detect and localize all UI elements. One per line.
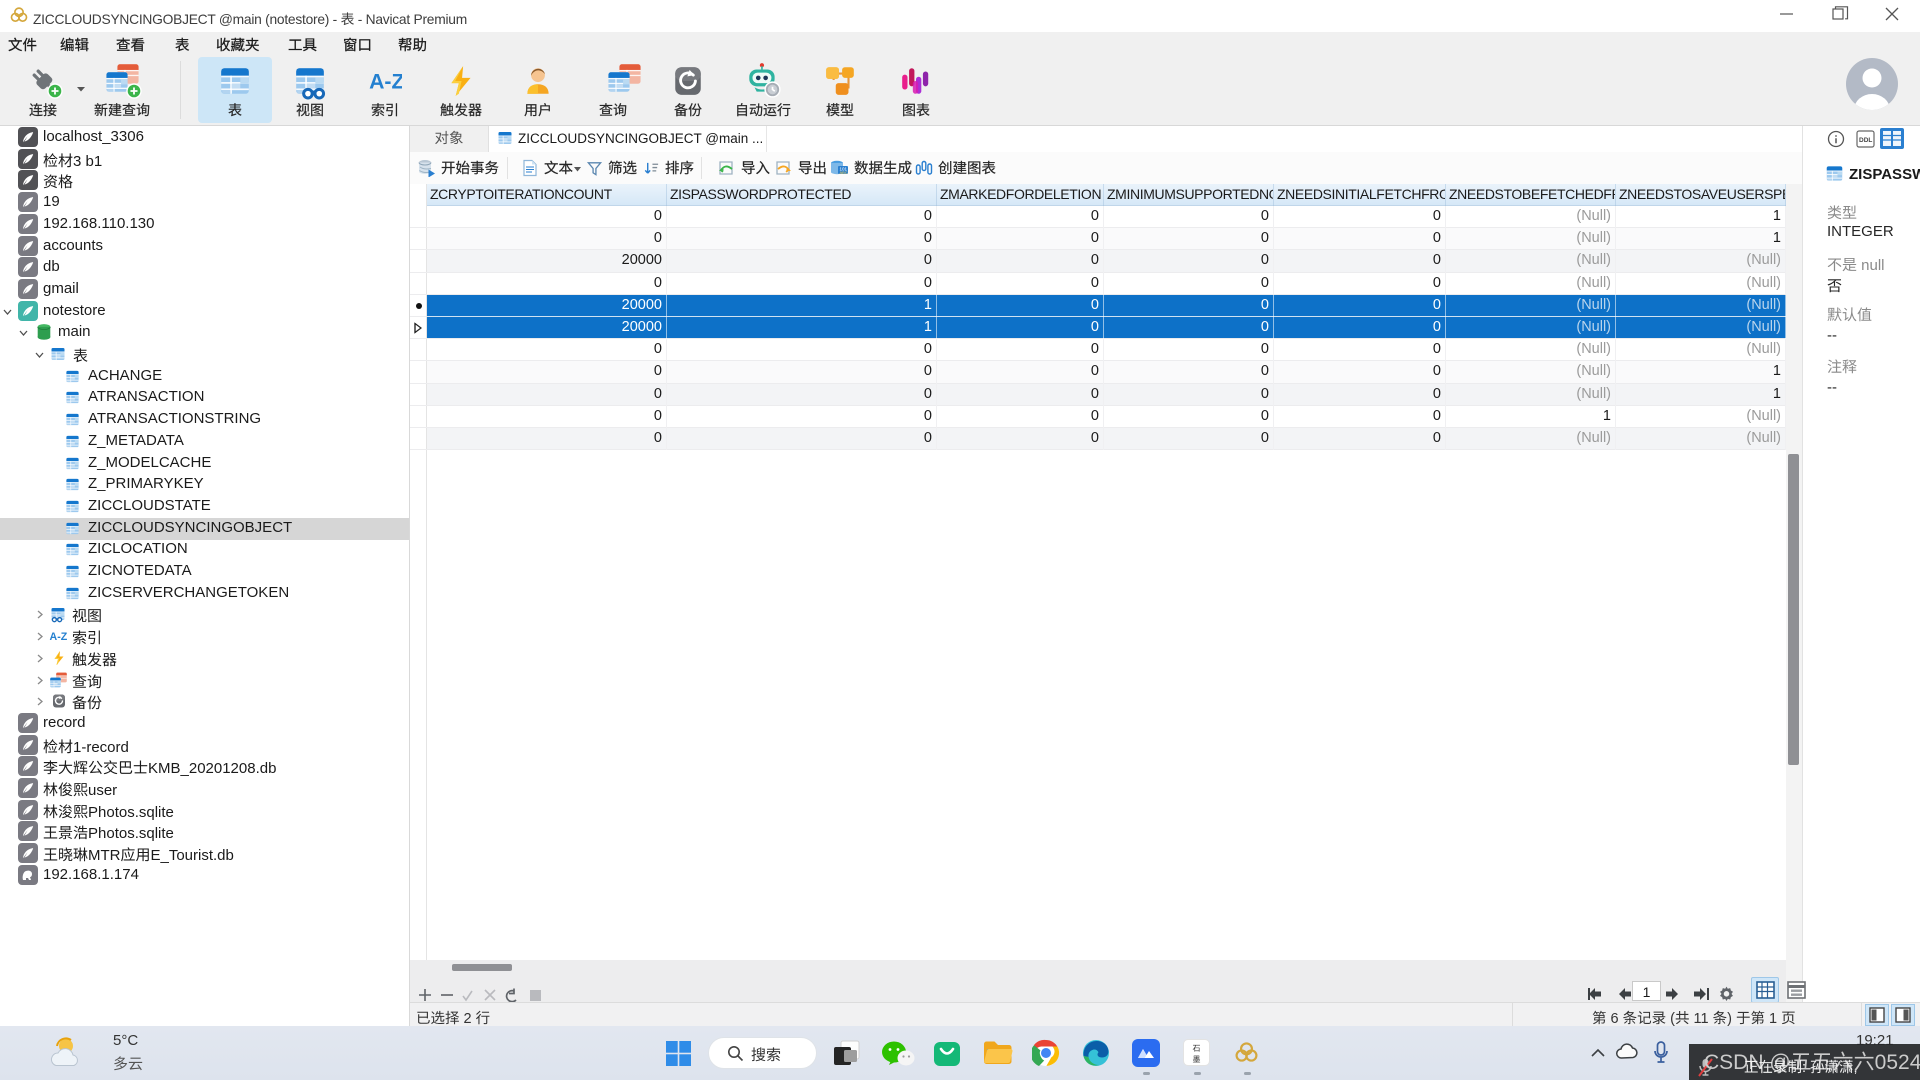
svg-text:DDL: DDL [1859, 137, 1872, 144]
